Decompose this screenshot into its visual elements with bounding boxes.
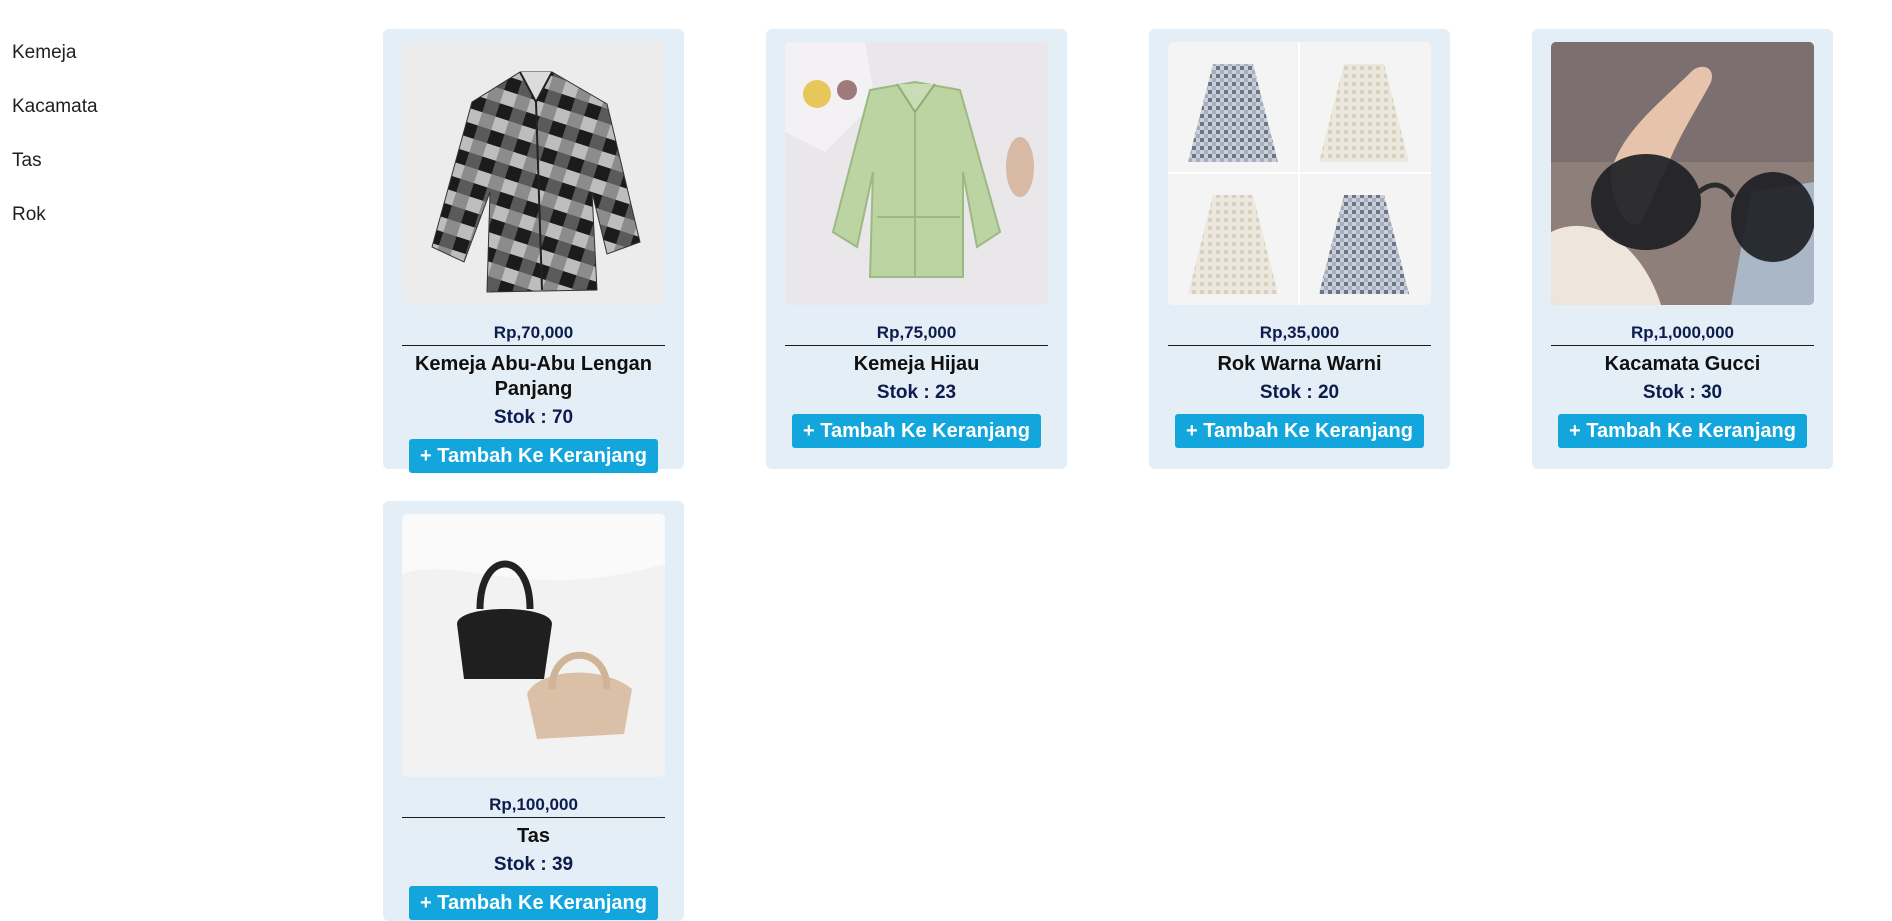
product-card: Rp,35,000 Rok Warna Warni Stok : 20 + Ta… xyxy=(1149,29,1450,469)
category-link-kacamata[interactable]: Kacamata xyxy=(12,84,300,138)
product-card: Rp,70,000 Kemeja Abu-Abu Lengan Panjang … xyxy=(383,29,684,473)
product-stock: Stok : 30 xyxy=(1642,382,1723,403)
add-to-cart-button[interactable]: + Tambah Ke Keranjang xyxy=(409,886,658,920)
category-link-tas[interactable]: Tas xyxy=(12,138,300,192)
product-name: Kacamata Gucci xyxy=(1604,353,1761,375)
product-price: Rp,1,000,000 xyxy=(1551,323,1814,346)
product-price: Rp,75,000 xyxy=(785,323,1048,346)
product-name: Kemeja Abu-Abu Lengan Panjang xyxy=(414,353,653,400)
product-price: Rp,100,000 xyxy=(402,795,665,818)
product-image-handbags xyxy=(402,514,665,777)
product-name: Tas xyxy=(517,825,550,847)
product-image-plaid-shirt xyxy=(402,42,665,305)
product-image-skirts xyxy=(1168,42,1431,305)
product-name: Kemeja Hijau xyxy=(853,353,980,375)
product-price: Rp,70,000 xyxy=(402,323,665,346)
add-to-cart-button[interactable]: + Tambah Ke Keranjang xyxy=(409,439,658,473)
product-card: Rp,100,000 Tas Stok : 39 + Tambah Ke Ker… xyxy=(383,501,684,921)
product-card: Rp,1,000,000 Kacamata Gucci Stok : 30 + … xyxy=(1532,29,1833,469)
add-to-cart-button[interactable]: + Tambah Ke Keranjang xyxy=(1558,414,1807,448)
product-stock: Stok : 20 xyxy=(1259,382,1340,403)
product-stock: Stok : 23 xyxy=(876,382,957,403)
product-stock: Stok : 39 xyxy=(493,854,574,875)
product-price: Rp,35,000 xyxy=(1168,323,1431,346)
add-to-cart-button[interactable]: + Tambah Ke Keranjang xyxy=(1175,414,1424,448)
product-grid: Rp,70,000 Kemeja Abu-Abu Lengan Panjang … xyxy=(383,29,1833,921)
product-stock: Stok : 70 xyxy=(493,407,574,428)
product-image-sunglasses xyxy=(1551,42,1814,305)
product-card: Rp,75,000 Kemeja Hijau Stok : 23 + Tamba… xyxy=(766,29,1067,469)
category-link-kemeja[interactable]: Kemeja xyxy=(12,30,300,84)
category-sidebar: Kemeja Kacamata Tas Rok xyxy=(0,30,300,246)
category-link-rok[interactable]: Rok xyxy=(12,192,300,246)
product-name: Rok Warna Warni xyxy=(1217,353,1382,375)
add-to-cart-button[interactable]: + Tambah Ke Keranjang xyxy=(792,414,1041,448)
product-image-green-blouse xyxy=(785,42,1048,305)
